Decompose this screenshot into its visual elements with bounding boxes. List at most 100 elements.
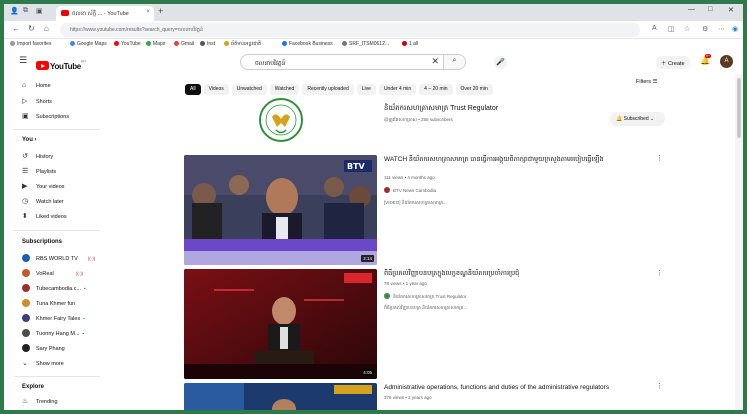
video-thumbnail[interactable]: 4:05 bbox=[184, 269, 377, 379]
sidebar-item-watch-later[interactable]: ◷ Watch later bbox=[22, 197, 64, 205]
bookmark-item[interactable]: ព័ត៌មានអន្តរជាតិ bbox=[224, 41, 261, 48]
filter-chips: All Videos Unwatched Watched Recently upload… bbox=[185, 77, 496, 95]
search-input[interactable]: ចលនាបរិវត្តន៍ ✕ ⌕ bbox=[240, 54, 466, 70]
chip-all[interactable]: All bbox=[185, 84, 201, 95]
tab-youtube[interactable]: ចលនា ស័ក្តិ ... - YouTube × bbox=[56, 6, 154, 21]
sidebar-item-subscriptions[interactable]: ▣ Subscriptions bbox=[22, 112, 69, 120]
video-description: [VIDEO] និយ័តករសហគ្រាសមាត្រ... bbox=[384, 200, 447, 205]
duration-badge: 4:05 bbox=[361, 369, 374, 376]
search-button[interactable]: ⌕ bbox=[443, 55, 465, 69]
video-channel[interactable]: និយ័តករសហគ្រាសមាត្រ Trust Regulator bbox=[384, 293, 466, 301]
video-title[interactable]: ពិធីប្រគល់វិញ្ញាបនបត្រក្នុងលក្ខខណ្ឌនិយ័ត… bbox=[384, 270, 649, 278]
filter-sliders-icon: ☰ bbox=[652, 79, 658, 85]
scrollbar-thumb[interactable] bbox=[737, 78, 741, 138]
workspaces-icon[interactable]: ⧉ bbox=[23, 7, 28, 15]
bookmark-item[interactable]: SRF_ITSM0612... bbox=[342, 41, 389, 47]
favorites-star-icon[interactable]: ☆ bbox=[684, 25, 690, 33]
extensions-icon[interactable]: ⚙ bbox=[702, 25, 708, 33]
chip-over-20-min[interactable]: Over 20 min bbox=[455, 84, 493, 95]
sidebar-item-playlists[interactable]: ☰ Playlists bbox=[22, 167, 56, 175]
notifications-bell-icon[interactable]: 🔔 9+ bbox=[700, 54, 711, 65]
chip-under-4-min[interactable]: Under 4 min bbox=[378, 84, 417, 95]
youtube-favicon-icon bbox=[61, 10, 69, 16]
maximize-button[interactable]: □ bbox=[708, 6, 712, 13]
chip-live[interactable]: Live bbox=[356, 84, 376, 95]
chip-videos[interactable]: Videos bbox=[203, 84, 229, 95]
more-options-icon[interactable]: ⋮ bbox=[656, 382, 663, 390]
back-arrow-icon[interactable]: ← bbox=[12, 24, 20, 33]
bookmark-item[interactable]: Facebook Business bbox=[282, 41, 333, 47]
bookmark-item[interactable]: YouTube bbox=[114, 41, 141, 47]
you-heading[interactable]: You › bbox=[22, 137, 37, 143]
sidebar-sub-channel[interactable]: Sary Phang bbox=[22, 344, 65, 352]
profile-icon[interactable]: 👤 bbox=[10, 7, 19, 15]
explore-heading: Explore bbox=[22, 384, 45, 390]
bookmark-item[interactable]: 1 all bbox=[402, 41, 418, 47]
sidebar-sub-channel[interactable]: Tubecambodia.c... • bbox=[22, 284, 86, 292]
chip-recently-uploaded[interactable]: Recently uploaded bbox=[302, 84, 354, 95]
bookmark-item[interactable]: Google Maps bbox=[70, 41, 107, 47]
video-channel[interactable]: BTV News Cambodia bbox=[384, 187, 436, 193]
bookmark-flag-icon bbox=[402, 41, 407, 46]
sidebar-item-shorts[interactable]: ▷ Shorts bbox=[22, 97, 52, 105]
tab-close-icon[interactable]: × bbox=[146, 9, 150, 15]
video-title[interactable]: WATCH និយ័តករសហគ្រាសមាត្រ បានធ្វើការអង្គ… bbox=[384, 156, 649, 164]
sidebar-item-home[interactable]: ⌂ Home bbox=[22, 82, 51, 89]
sidebar-sub-channel[interactable]: RBS WORLD TV ((·)) bbox=[22, 254, 95, 262]
bookmark-item[interactable]: Import favorites bbox=[10, 41, 51, 47]
bookmark-item[interactable]: Gmail bbox=[174, 41, 194, 47]
menu-hamburger-icon[interactable]: ☰ bbox=[19, 55, 27, 66]
youtube-logo[interactable]: YouTubeKH bbox=[36, 56, 86, 71]
channel-logo[interactable] bbox=[258, 97, 304, 143]
minimize-button[interactable]: — bbox=[688, 6, 695, 13]
chip-watched[interactable]: Watched bbox=[269, 84, 300, 95]
channel-name[interactable]: និយ័តករសហគ្រាសមាត្រ Trust Regulator bbox=[384, 104, 498, 114]
new-tab-button[interactable]: + bbox=[158, 6, 163, 16]
bookmark-item[interactable]: Maps bbox=[146, 41, 165, 47]
tab-actions-icon[interactable]: ▣ bbox=[36, 7, 43, 15]
thumbnail-image bbox=[184, 269, 377, 379]
page-scrollbar[interactable] bbox=[735, 74, 743, 410]
copilot-icon[interactable]: ◉ bbox=[732, 25, 738, 33]
browser-window: 👤 ⧉ ▣ ចលនា ស័ក្តិ ... - YouTube × + — □ … bbox=[4, 4, 743, 410]
live-icon: ((·)) bbox=[75, 271, 84, 276]
thumbnail-image: BTV bbox=[184, 155, 377, 265]
tab-bar: 👤 ⧉ ▣ ចលនា ស័ក្តិ ... - YouTube × + — □ … bbox=[4, 4, 743, 21]
video-description: ពិធីប្រគល់វិញ្ញាបនបត្រ និយ័តករសហគ្រាសមាត… bbox=[384, 305, 468, 310]
subscribed-button[interactable]: 🔔 Subscribed ⌄ bbox=[610, 112, 665, 126]
youtube-play-icon bbox=[36, 61, 49, 70]
new-content-dot-icon: • bbox=[84, 286, 86, 291]
sidebar-item-liked-videos[interactable]: ⬍ Liked videos bbox=[22, 212, 67, 220]
close-window-button[interactable]: ✕ bbox=[728, 6, 734, 14]
split-screen-icon[interactable]: ◫ bbox=[668, 25, 675, 33]
history-icon: ↺ bbox=[22, 153, 28, 160]
video-title[interactable]: Administrative operations, functions and… bbox=[384, 384, 649, 392]
more-options-icon[interactable]: ⋮ bbox=[656, 269, 663, 277]
clear-search-icon[interactable]: ✕ bbox=[431, 56, 439, 67]
home-icon[interactable]: ⌂ bbox=[44, 24, 49, 33]
refresh-icon[interactable]: ↻ bbox=[28, 24, 35, 33]
more-options-icon[interactable]: ⋮ bbox=[656, 154, 663, 162]
sidebar-item-your-videos[interactable]: ▶ Your videos bbox=[22, 182, 65, 190]
read-aloud-icon[interactable]: A bbox=[652, 25, 657, 32]
video-thumbnail[interactable] bbox=[184, 383, 377, 410]
sidebar-item-trending[interactable]: ♨ Trending bbox=[22, 397, 58, 405]
video-thumbnail[interactable]: BTV 2:14 bbox=[184, 155, 377, 265]
show-more-button[interactable]: ⌄ Show more bbox=[22, 359, 64, 367]
sidebar-sub-channel[interactable]: Tuonny Hang M... • bbox=[22, 329, 84, 337]
maps-icon bbox=[146, 41, 151, 46]
microphone-icon[interactable]: 🎤 bbox=[494, 56, 507, 69]
menu-dots-icon[interactable]: ⋯ bbox=[718, 25, 725, 33]
avatar[interactable]: A bbox=[720, 55, 733, 68]
chip-unwatched[interactable]: Unwatched bbox=[231, 84, 267, 95]
create-button[interactable]: ＋ Create bbox=[656, 56, 690, 69]
sidebar-item-history[interactable]: ↺ History bbox=[22, 152, 53, 160]
bookmark-item[interactable]: Inst bbox=[200, 41, 215, 47]
sidebar-sub-channel[interactable]: VoReal ((·)) bbox=[22, 269, 83, 277]
chip-4-20-min[interactable]: 4 – 20 min bbox=[419, 84, 453, 95]
filters-button[interactable]: Filters ☰ bbox=[636, 79, 657, 85]
sidebar-sub-channel[interactable]: Khmer Fairy Tales • bbox=[22, 314, 85, 322]
sidebar-sub-channel[interactable]: Tuna Khmer fun bbox=[22, 299, 75, 307]
channel-avatar bbox=[22, 329, 30, 337]
url-field[interactable]: https://www.youtube.com/results?search_q… bbox=[60, 23, 640, 37]
